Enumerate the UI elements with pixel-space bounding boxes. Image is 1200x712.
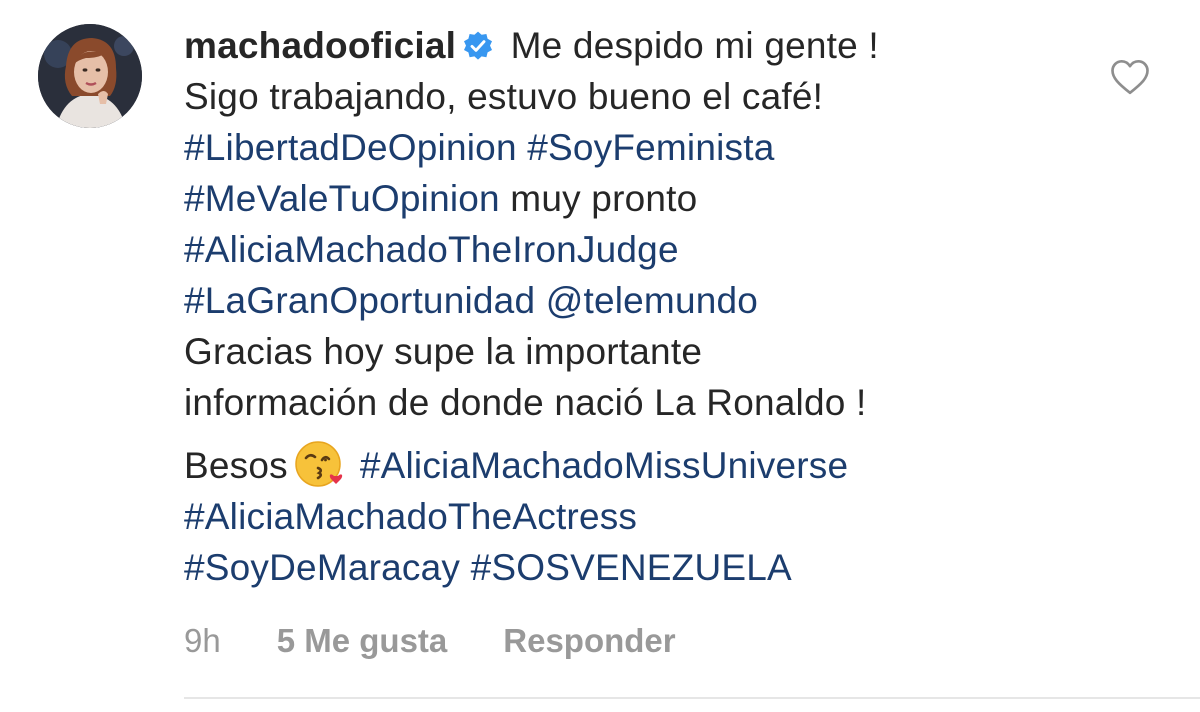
comment-text-segment bbox=[535, 280, 545, 321]
hashtag-link[interactable]: #LaGranOportunidad bbox=[184, 280, 535, 321]
comment-meta: 9h 5 Me gusta Responder bbox=[184, 622, 676, 660]
comment-text-segment: Gracias hoy supe la importante bbox=[184, 331, 703, 372]
comment-line: #AliciaMachadoTheActress bbox=[184, 491, 1084, 542]
comment-text-segment bbox=[517, 127, 527, 168]
kissing-face-emoji bbox=[295, 441, 343, 487]
username-link[interactable]: machadooficial bbox=[184, 25, 456, 66]
hashtag-link[interactable]: #AliciaMachadoTheIronJudge bbox=[184, 229, 679, 270]
comment-line: Gracias hoy supe la importante bbox=[184, 326, 1084, 377]
likes-count-link[interactable]: 5 Me gusta bbox=[277, 622, 448, 660]
comment-text-segment: Sigo trabajando, estuvo bueno el café! bbox=[184, 76, 824, 117]
comment-line: Sigo trabajando, estuvo bueno el café! bbox=[184, 71, 1084, 122]
comment-line: información de donde nació La Ronaldo ! bbox=[184, 377, 1084, 428]
comment-text-segment: muy pronto bbox=[499, 178, 698, 219]
comment-line: machadooficial Me despido mi gente ! bbox=[184, 20, 1084, 71]
heart-icon[interactable] bbox=[1110, 58, 1150, 96]
comment: machadooficial Me despido mi gente ! Sigo… bbox=[0, 0, 1200, 712]
divider bbox=[184, 697, 1200, 699]
comment-text: machadooficial Me despido mi gente ! Sigo… bbox=[184, 20, 1084, 593]
comment-text-segment bbox=[460, 547, 470, 588]
hashtag-link[interactable]: #AliciaMachadoTheActress bbox=[184, 496, 637, 537]
avatar[interactable] bbox=[38, 24, 142, 128]
verified-badge-icon bbox=[464, 31, 493, 60]
comment-text-segment: Besos bbox=[184, 445, 288, 486]
comment-line: #LibertadDeOpinion #SoyFeminista bbox=[184, 122, 1084, 173]
comment-line: #SoyDeMaracay #SOSVENEZUELA bbox=[184, 542, 1084, 593]
hashtag-link[interactable]: #SOSVENEZUELA bbox=[471, 547, 792, 588]
hashtag-link[interactable]: #MeValeTuOpinion bbox=[184, 178, 500, 219]
mention-link[interactable]: @telemundo bbox=[546, 280, 758, 321]
comment-line: #LaGranOportunidad @telemundo bbox=[184, 275, 1084, 326]
hashtag-link[interactable]: #SoyFeminista bbox=[527, 127, 774, 168]
reply-button[interactable]: Responder bbox=[503, 622, 675, 660]
comment-line: Besos #AliciaMachadoMissUniverse bbox=[184, 438, 1084, 491]
comment-line: #MeValeTuOpinion muy pronto bbox=[184, 173, 1084, 224]
comment-time: 9h bbox=[184, 622, 221, 659]
hashtag-link[interactable]: #LibertadDeOpinion bbox=[184, 127, 517, 168]
comment-line: #AliciaMachadoTheIronJudge bbox=[184, 224, 1084, 275]
hashtag-link[interactable]: #SoyDeMaracay bbox=[184, 547, 460, 588]
avatar-image bbox=[38, 24, 142, 128]
comment-text-segment: Me despido mi gente ! bbox=[510, 25, 879, 66]
hashtag-link[interactable]: #AliciaMachadoMissUniverse bbox=[360, 445, 848, 486]
comment-text-segment: información de donde nació La Ronaldo ! bbox=[184, 382, 867, 423]
